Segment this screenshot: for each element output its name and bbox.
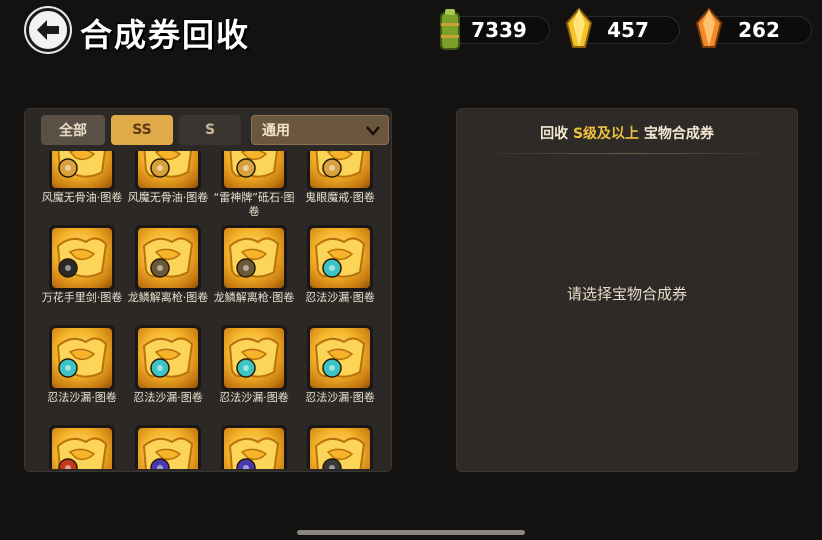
ticket-card [135,151,201,191]
ticket-card [49,225,115,291]
recycle-header-suffix: 宝物合成券 [643,126,714,142]
currency-bamboo[interactable]: 7339 [440,9,550,50]
bamboo-scroll-icon [440,9,460,50]
orange-crystal-icon [695,7,723,48]
home-indicator [297,530,525,535]
synthesis-ticket-icon [138,228,198,288]
ticket-list-panel: 全部 SS S 通用 风魔无骨油·图卷 风魔无骨油·图卷 “雷神牌”砥石·图卷 鬼眼魔… [24,108,392,472]
recycle-header-prefix: 回收 [540,126,569,142]
ticket-item[interactable]: 忍法沙漏·图卷 [39,321,125,421]
recycle-header-highlight: S级及以上 [572,126,640,142]
currency-bamboo-value: 7339 [471,18,527,42]
ticket-item[interactable]: 忍法沙漏·图卷 [125,321,211,421]
ticket-item-name: 忍法沙漏·图卷 [305,391,375,404]
ticket-item[interactable]: 万花手里剑·图卷 [39,221,125,321]
ticket-card [49,325,115,391]
ticket-item-name: 风魔无骨油·图卷 [41,191,123,204]
ticket-card [307,325,373,391]
synthesis-ticket-icon [52,228,112,288]
ticket-item[interactable]: 明王法珠·图卷 [297,421,383,469]
tab-ss[interactable]: SS [111,115,173,145]
ticket-card [49,151,115,191]
synthesis-ticket-icon [224,228,284,288]
synthesis-ticket-icon [138,428,198,469]
synthesis-ticket-icon [52,428,112,469]
ticket-item-name: 龙鳞解离枪·图卷 [213,291,295,304]
gold-crystal-icon [565,7,593,48]
recycle-panel-header: 回收 S级及以上 宝物合成券 [457,123,797,143]
ticket-item-name: “雷神牌”砥石·图卷 [213,191,295,218]
currency-orange-crystal-value: 262 [738,18,780,42]
back-button[interactable] [26,8,70,52]
ticket-grid-viewport[interactable]: 风魔无骨油·图卷 风魔无骨油·图卷 “雷神牌”砥石·图卷 鬼眼魔戒·图卷万花手里剑·图… [39,151,385,469]
ticket-item-name: 风魔无骨油·图卷 [127,191,209,204]
chevron-down-icon [366,126,380,136]
ticket-item[interactable]: 风魔无骨油·图卷 [39,151,125,221]
ticket-item[interactable]: 火焰卷轴·图卷 [39,421,125,469]
ticket-item-name: 忍法沙漏·图卷 [133,391,203,404]
synthesis-ticket-icon [310,228,370,288]
ticket-card [221,225,287,291]
currency-gold-crystal-value: 457 [607,18,649,42]
ticket-item-name: 鬼眼魔戒·图卷 [305,191,375,204]
ticket-item[interactable]: 风魔无骨油·图卷 [125,151,211,221]
ticket-item-name: 龙鳞解离枪·图卷 [127,291,209,304]
synthesis-ticket-icon [310,151,370,188]
synthesis-ticket-icon [138,151,198,188]
ticket-item-name: 忍法沙漏·图卷 [47,391,117,404]
currency-gold-crystal[interactable]: 457 [565,7,680,48]
synthesis-ticket-icon [224,151,284,188]
synthesis-ticket-icon [310,428,370,469]
ticket-card [135,225,201,291]
tab-s[interactable]: S [179,115,241,145]
divider [477,153,777,154]
page-title: 合成券回收 [80,16,251,54]
empty-selection-text: 请选择宝物合成券 [566,285,687,303]
synthesis-ticket-icon [138,328,198,388]
synthesis-ticket-icon [52,328,112,388]
ticket-item[interactable]: “雷神牌”砥石·图卷 [211,151,297,221]
ticket-item[interactable]: 龙鳞解离枪·图卷 [211,221,297,321]
ticket-card [221,151,287,191]
ticket-item[interactable]: 风刃卷轴·图卷 [211,421,297,469]
synthesis-ticket-icon [310,328,370,388]
tab-all[interactable]: 全部 [41,115,105,145]
ticket-card [307,425,373,469]
ticket-item[interactable]: 忍法沙漏·图卷 [297,321,383,421]
ticket-card [307,151,373,191]
ticket-card [49,425,115,469]
synthesis-ticket-icon [52,151,112,188]
ticket-card [135,425,201,469]
ticket-item[interactable]: 忍法沙漏·图卷 [297,221,383,321]
top-bar: 合成券回收 7339 457 262 [0,0,822,64]
ticket-card [135,325,201,391]
synthesis-ticket-icon [224,428,284,469]
ticket-card [221,425,287,469]
ticket-item[interactable]: 忍法沙漏·图卷 [211,321,297,421]
category-dropdown-value: 通用 [262,123,290,139]
ticket-card [307,225,373,291]
ticket-item[interactable]: 风刃卷轴·图卷 [125,421,211,469]
arrow-left-icon [37,20,59,40]
rarity-tabs: 全部 SS S [41,115,241,145]
currency-orange-crystal[interactable]: 262 [695,7,812,48]
category-dropdown[interactable]: 通用 [251,115,389,145]
ticket-item[interactable]: 龙鳞解离枪·图卷 [125,221,211,321]
ticket-item-name: 忍法沙漏·图卷 [305,291,375,304]
ticket-grid: 风魔无骨油·图卷 风魔无骨油·图卷 “雷神牌”砥石·图卷 鬼眼魔戒·图卷万花手里剑·图… [39,151,383,469]
synthesis-ticket-icon [224,328,284,388]
ticket-item[interactable]: 鬼眼魔戒·图卷 [297,151,383,221]
recycle-panel: 回收 S级及以上 宝物合成券 请选择宝物合成券 [456,108,798,472]
ticket-card [221,325,287,391]
ticket-item-name: 万花手里剑·图卷 [41,291,123,304]
ticket-item-name: 忍法沙漏·图卷 [219,391,289,404]
